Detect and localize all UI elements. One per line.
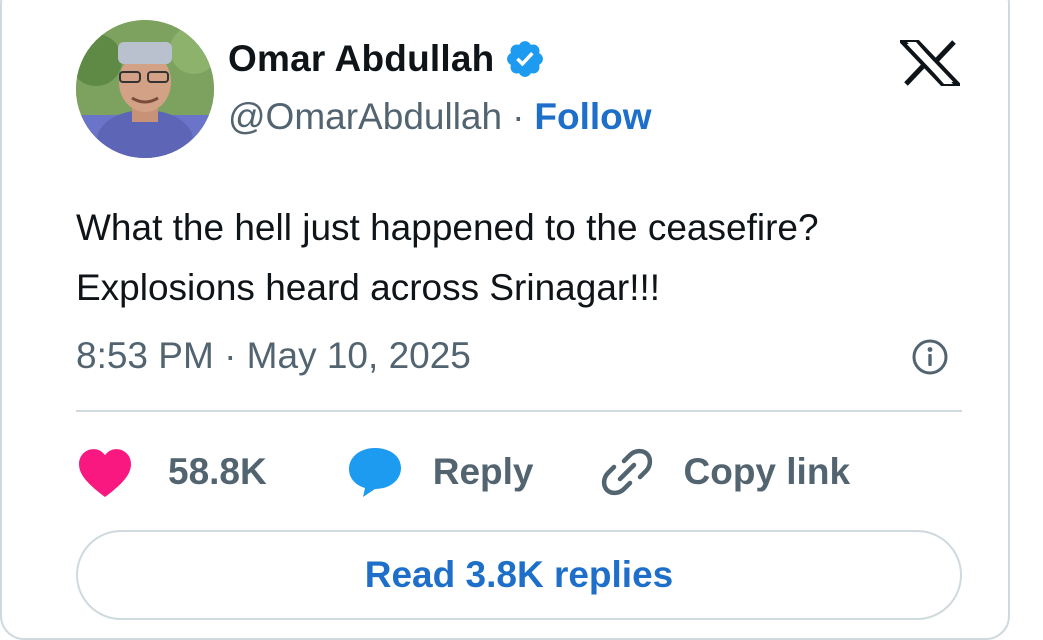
reply-bubble-icon xyxy=(348,448,401,497)
tweet-text-line: Explosions heard across Srinagar!!! xyxy=(76,267,661,308)
x-logo-icon[interactable] xyxy=(900,40,960,86)
like-button[interactable]: 58.8K xyxy=(76,446,267,498)
read-replies-label: Read 3.8K replies xyxy=(364,554,674,595)
tweet-text: What the hell just happened to the cease… xyxy=(76,198,976,318)
author-name[interactable]: Omar Abdullah xyxy=(228,38,494,80)
reply-button[interactable]: Reply xyxy=(267,445,534,499)
info-icon[interactable] xyxy=(910,337,950,377)
divider xyxy=(76,410,962,412)
tweet-timestamp[interactable]: 8:53 PM · May 10, 2025 xyxy=(76,335,471,377)
author-handle[interactable]: @OmarAbdullah xyxy=(228,96,502,138)
follow-button[interactable]: Follow xyxy=(534,96,651,138)
verified-badge-icon xyxy=(507,41,544,77)
link-icon xyxy=(601,448,652,496)
author-handle-row: @OmarAbdullah · Follow xyxy=(228,96,652,138)
heart-icon xyxy=(79,449,131,498)
read-replies-button[interactable]: Read 3.8K replies xyxy=(76,530,962,620)
copy-link-label: Copy link xyxy=(683,451,851,492)
author-name-row: Omar Abdullah xyxy=(228,38,546,80)
reply-label: Reply xyxy=(432,451,534,492)
like-count: 58.8K xyxy=(168,451,267,492)
copy-link-button[interactable]: Copy link xyxy=(534,445,851,499)
action-bar: 58.8K Reply Copy link xyxy=(76,440,850,504)
tweet-text-line: What the hell just happened to the cease… xyxy=(76,207,819,248)
avatar[interactable] xyxy=(76,20,214,158)
separator-dot: · xyxy=(512,96,525,137)
